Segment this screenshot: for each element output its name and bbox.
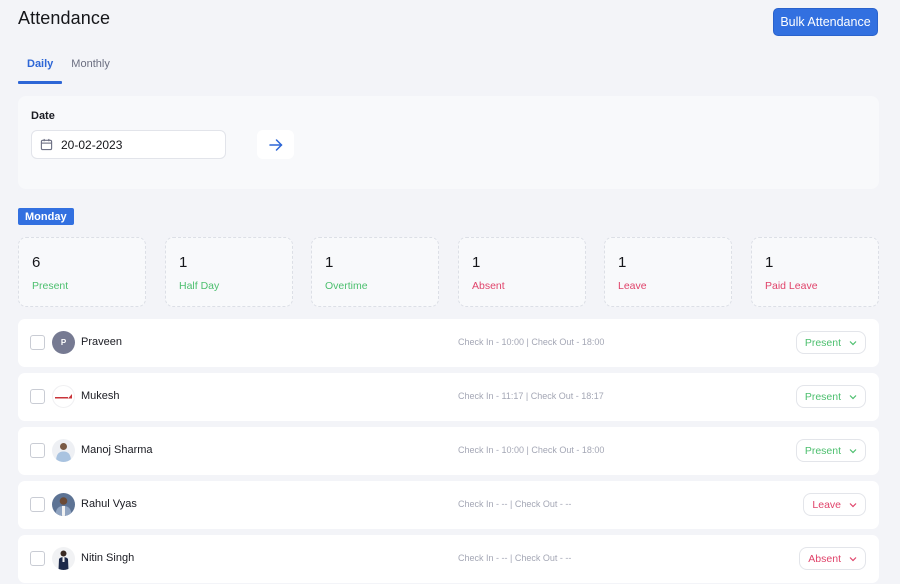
stat-value: 1 [179, 254, 188, 271]
stat-card-leave[interactable]: 1 Leave [604, 237, 732, 307]
status-dropdown[interactable]: Absent [799, 547, 866, 570]
stat-value: 1 [472, 254, 481, 271]
chevron-down-icon [849, 502, 857, 507]
company-logo-icon [54, 393, 72, 398]
tab-daily[interactable]: Daily [18, 52, 63, 84]
stat-value: 1 [325, 254, 334, 271]
chevron-down-icon [849, 556, 857, 561]
bulk-attendance-button[interactable]: Bulk Attendance [773, 8, 878, 36]
employee-name: Manoj Sharma [81, 444, 153, 456]
row-checkbox[interactable] [30, 497, 45, 512]
status-value: Present [804, 336, 841, 349]
employee-row: P Praveen Check In - 10:00 | Check Out -… [18, 319, 879, 367]
check-times: Check In - 11:17 | Check Out - 18:17 [458, 391, 604, 401]
apply-date-button[interactable] [257, 130, 294, 159]
employee-name: Praveen [81, 336, 122, 348]
calendar-icon [40, 138, 53, 151]
stat-value: 1 [765, 254, 774, 271]
status-dropdown[interactable]: Present [795, 385, 866, 408]
employee-row: Manoj Sharma Check In - 10:00 | Check Ou… [18, 427, 879, 475]
avatar [52, 493, 75, 516]
check-times: Check In - -- | Check Out - -- [458, 499, 572, 509]
stat-label: Absent [472, 280, 505, 292]
stat-label: Overtime [325, 280, 368, 292]
row-checkbox[interactable] [30, 443, 45, 458]
row-checkbox[interactable] [30, 335, 45, 350]
date-label: Date [31, 110, 55, 122]
stat-card-half-day[interactable]: 1 Half Day [165, 237, 293, 307]
employee-row: Rahul Vyas Check In - -- | Check Out - -… [18, 481, 879, 529]
employee-name: Mukesh [81, 390, 120, 402]
arrow-right-icon [268, 138, 282, 151]
date-input[interactable] [61, 137, 211, 152]
avatar [52, 439, 75, 462]
check-times: Check In - -- | Check Out - -- [458, 553, 572, 563]
employee-name: Nitin Singh [81, 552, 135, 564]
stat-card-paid-leave[interactable]: 1 Paid Leave [751, 237, 879, 307]
status-dropdown[interactable]: Present [795, 439, 866, 462]
stat-label: Present [32, 280, 69, 292]
date-filter-card: Date [18, 96, 879, 189]
status-value: Present [804, 444, 841, 457]
day-badge: Monday [18, 208, 74, 225]
date-field[interactable] [31, 130, 226, 159]
status-value: Leave [812, 498, 841, 511]
stats-summary: 6 Present 1 Half Day 1 Overtime 1 Absent… [18, 237, 879, 307]
stat-card-present[interactable]: 6 Present [18, 237, 146, 307]
stat-card-absent[interactable]: 1 Absent [458, 237, 586, 307]
tab-monthly[interactable]: Monthly [62, 52, 119, 84]
view-tabs: Daily Monthly [18, 52, 119, 84]
stat-value: 6 [32, 254, 41, 271]
avatar [52, 385, 75, 408]
stat-label: Paid Leave [765, 280, 818, 292]
person-photo-icon [55, 497, 72, 516]
chevron-down-icon [849, 394, 857, 399]
page-title: Attendance [18, 8, 111, 28]
avatar: P [52, 331, 75, 354]
row-checkbox[interactable] [30, 551, 45, 566]
stat-label: Leave [618, 280, 647, 292]
row-checkbox[interactable] [30, 389, 45, 404]
check-times: Check In - 10:00 | Check Out - 18:00 [458, 337, 605, 347]
chevron-down-icon [849, 340, 857, 345]
person-photo-icon [56, 443, 71, 462]
employee-row: Nitin Singh Check In - -- | Check Out - … [18, 535, 879, 583]
chevron-down-icon [849, 448, 857, 453]
stat-card-overtime[interactable]: 1 Overtime [311, 237, 439, 307]
status-dropdown[interactable]: Present [795, 331, 866, 354]
employee-row: Mukesh Check In - 11:17 | Check Out - 18… [18, 373, 879, 421]
check-times: Check In - 10:00 | Check Out - 18:00 [458, 445, 605, 455]
stat-value: 1 [618, 254, 627, 271]
attendance-page: Attendance Bulk Attendance Daily Monthly… [0, 0, 900, 584]
status-dropdown[interactable]: Leave [803, 493, 866, 516]
employee-name: Rahul Vyas [81, 498, 137, 510]
status-value: Absent [808, 552, 841, 565]
status-value: Present [804, 390, 841, 403]
avatar [52, 547, 75, 570]
stat-label: Half Day [179, 280, 220, 292]
person-photo-icon [58, 550, 69, 570]
